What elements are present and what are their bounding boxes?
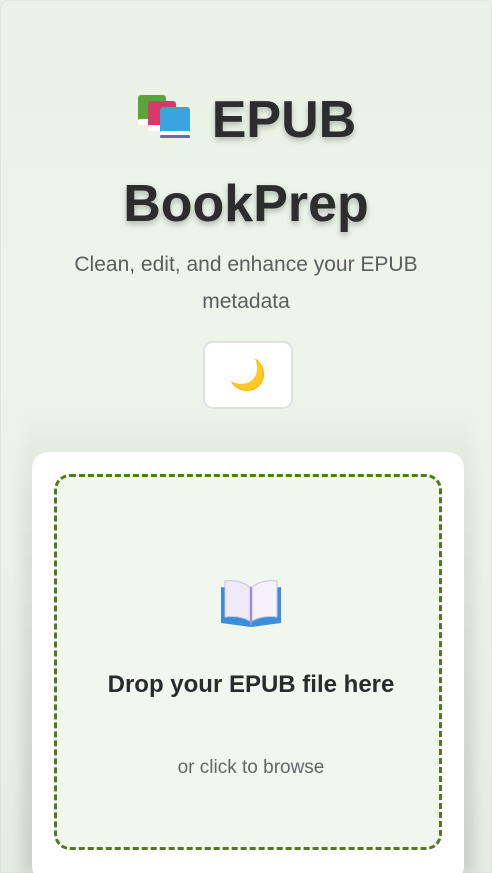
upload-card: Drop your EPUB file here or click to bro… xyxy=(32,452,464,873)
theme-toggle-button[interactable]: 🌙 xyxy=(203,341,293,409)
file-dropzone[interactable]: Drop your EPUB file here or click to bro… xyxy=(54,474,442,850)
dropzone-title: Drop your EPUB file here xyxy=(107,671,395,698)
dropzone-subtitle: or click to browse xyxy=(177,757,325,778)
page-title: EPUB BookPrep xyxy=(40,78,452,246)
books-icon xyxy=(136,84,194,138)
open-book-icon xyxy=(219,577,283,629)
subtitle: Clean, edit, and enhance your EPUB metad… xyxy=(74,253,418,313)
crescent-moon-icon: 🌙 xyxy=(229,357,267,393)
